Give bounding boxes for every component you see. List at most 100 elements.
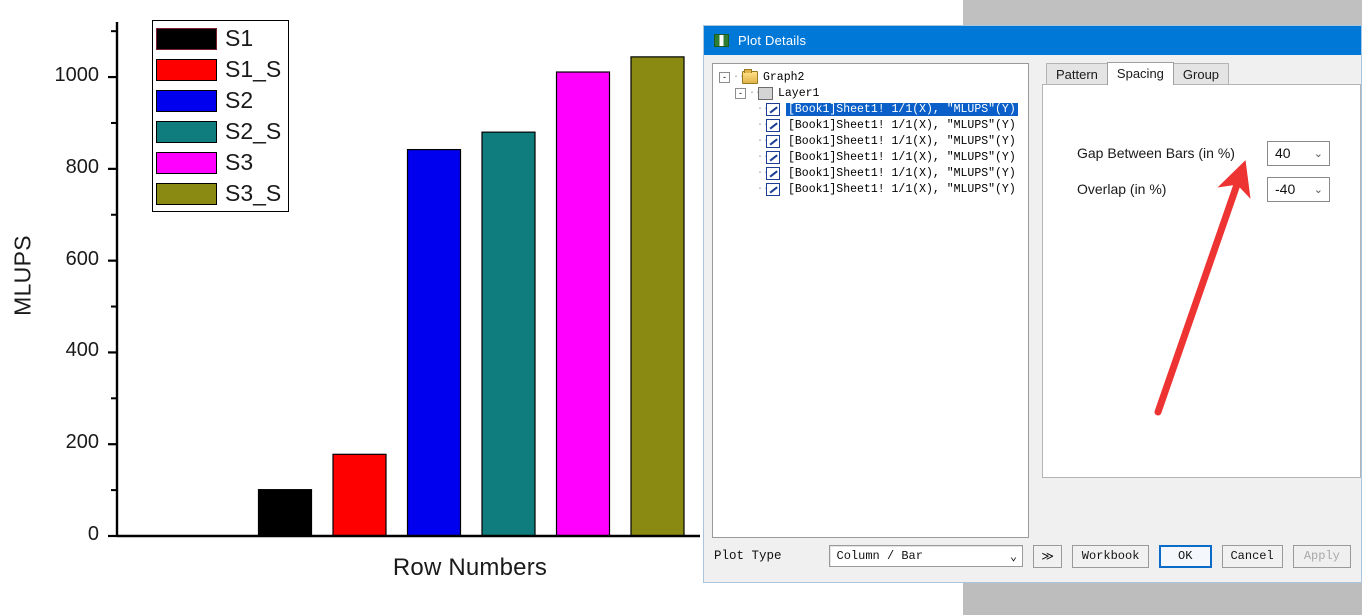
overlap-value: -40 [1275,181,1296,197]
chevron-down-icon[interactable]: ⌄ [1314,147,1323,160]
tree-node-plot-label: [Book1]Sheet1! 1/1(X), "MLUPS"(Y) [788,166,1016,180]
plot-type-label: Plot Type [714,549,782,563]
tree-connector: ·· [757,167,770,179]
tree-node-layer-label: Layer1 [778,86,820,100]
legend-item[interactable]: S3 [153,147,288,178]
expand-collapse-icon[interactable]: - [735,87,746,99]
tree-node-plot[interactable]: ·· [Book1]Sheet1! 1/1(X), "MLUPS"(Y) [717,165,1026,181]
tree-node-graph-label: Graph2 [763,70,805,84]
gap-between-bars-combo[interactable]: 40 ⌄ [1267,140,1330,166]
tab-spacing[interactable]: Spacing [1106,62,1174,85]
plot-icon [766,182,780,196]
tree-connector: ·· [757,119,770,131]
bar-S3_S [630,56,685,537]
legend-swatch [156,27,217,50]
legend-label: S1_S [225,56,282,82]
desktop-background-bottom [963,583,1362,615]
tree-node-plot-label: [Book1]Sheet1! 1/1(X), "MLUPS"(Y) [786,102,1018,116]
legend-swatch [156,58,217,81]
legend-swatch [156,151,217,174]
bar-S2 [406,148,462,537]
overlap-combo[interactable]: -40 ⌄ [1267,176,1330,202]
dialog-titlebar[interactable]: Plot Details [704,26,1361,55]
desktop-background-top [963,0,1362,25]
legend-swatch [156,120,217,143]
legend-item[interactable]: S1_S [153,54,288,85]
y-tick-label: 800 [65,155,99,178]
folder-icon [742,68,758,84]
tree-node-layer[interactable]: - ·· Layer1 [717,85,1026,101]
cancel-button[interactable]: Cancel [1221,544,1283,568]
y-axis-title: MLUPS [9,235,36,316]
plot-icon [766,102,780,116]
dialog-title: Plot Details [738,33,807,48]
y-tick-label: 0 [87,523,99,545]
gap-between-bars-row: Gap Between Bars (in %) 40 ⌄ [1077,135,1360,171]
tree-node-plot[interactable]: ·· [Book1]Sheet1! 1/1(X), "MLUPS"(Y) [717,149,1026,165]
tree-connector: ·· [757,103,770,115]
bar-chart-svg [108,22,700,538]
bar-S1 [257,489,313,537]
tree-node-plot[interactable]: ·· [Book1]Sheet1! 1/1(X), "MLUPS"(Y) [717,101,1026,117]
dialog-footer: Plot Type Column / Bar ⌄ ≫ Workbook OK C… [704,530,1361,582]
plot-details-icon [714,34,729,47]
bar-S2_S [481,131,536,537]
legend-label: S3 [225,149,254,175]
bar-S1_S [332,453,387,537]
x-axis-title: Row Numbers [392,554,548,581]
tree-connector: ·· [757,151,770,163]
tree-node-plot-label: [Book1]Sheet1! 1/1(X), "MLUPS"(Y) [788,118,1016,132]
expand-collapse-icon[interactable]: - [719,71,730,83]
workbook-button[interactable]: Workbook [1072,544,1149,568]
apply-button: Apply [1292,544,1351,568]
legend-item[interactable]: S1 [153,23,288,54]
settings-tab-strip[interactable]: Pattern Spacing Group [1042,62,1361,85]
overlap-label: Overlap (in %) [1077,181,1167,197]
legend-label: S2_S [225,118,282,144]
y-tick-label: 1000 [54,64,100,87]
plot-icon [766,150,780,164]
tree-connector: ·· [757,183,770,195]
legend-label: S2 [225,87,254,113]
ok-button[interactable]: OK [1158,544,1212,568]
legend-label: S3_S [225,180,282,206]
tree-node-plot[interactable]: ·· [Book1]Sheet1! 1/1(X), "MLUPS"(Y) [717,117,1026,133]
chevron-down-icon[interactable]: ⌄ [1314,183,1323,196]
legend-swatch [156,89,217,112]
tree-plot-list: ·· [Book1]Sheet1! 1/1(X), "MLUPS"(Y) ·· [Bo… [717,101,1026,197]
plot-details-dialog[interactable]: Plot Details - ·· Graph2 - ·· Layer1 ·· [… [703,25,1362,583]
legend-item[interactable]: S2 [153,85,288,116]
bar-S3 [555,71,611,537]
plot-tree-panel[interactable]: - ·· Graph2 - ·· Layer1 ·· [Book1]Sheet1!… [712,63,1029,538]
chart-legend[interactable]: S1 S1_S S2 S2_S S3 S3_S [152,20,289,212]
legend-label: S1 [225,25,254,51]
plot-type-value: Column / Bar [836,549,923,563]
y-tick-label: 400 [65,339,99,362]
layer-icon [758,86,773,100]
tab-group[interactable]: Group [1172,63,1230,85]
tree-connector: ·· [749,87,762,99]
gap-between-bars-label: Gap Between Bars (in %) [1077,145,1235,161]
y-tick-label: 600 [65,247,99,270]
plot-type-combo[interactable]: Column / Bar ⌄ [828,545,1024,567]
tree-node-plot-label: [Book1]Sheet1! 1/1(X), "MLUPS"(Y) [788,150,1016,164]
graph-plot-area[interactable]: MLUPS Row Numbers 0 200 400 600 800 1000 S1 S1… [0,0,703,615]
expand-button[interactable]: ≫ [1033,544,1063,568]
tree-node-graph[interactable]: - ·· Graph2 [717,68,1026,85]
legend-item[interactable]: S3_S [153,178,288,209]
gap-between-bars-value: 40 [1275,145,1291,161]
spacing-tab-content: Gap Between Bars (in %) 40 ⌄ Overlap (in… [1042,84,1361,478]
tab-pattern[interactable]: Pattern [1046,63,1108,85]
plot-icon [766,134,780,148]
tree-node-plot-label: [Book1]Sheet1! 1/1(X), "MLUPS"(Y) [788,134,1016,148]
chevron-down-icon[interactable]: ⌄ [1010,549,1017,564]
plot-icon [766,166,780,180]
settings-panel: Pattern Spacing Group Gap Between Bars (in… [1042,62,1361,530]
plot-icon [766,118,780,132]
legend-swatch [156,182,217,205]
dialog-body: - ·· Graph2 - ·· Layer1 ·· [Book1]Sheet1!… [704,55,1361,538]
tree-node-plot[interactable]: ·· [Book1]Sheet1! 1/1(X), "MLUPS"(Y) [717,181,1026,197]
legend-item[interactable]: S2_S [153,116,288,147]
tree-node-plot-label: [Book1]Sheet1! 1/1(X), "MLUPS"(Y) [788,182,1016,196]
tree-node-plot[interactable]: ·· [Book1]Sheet1! 1/1(X), "MLUPS"(Y) [717,133,1026,149]
